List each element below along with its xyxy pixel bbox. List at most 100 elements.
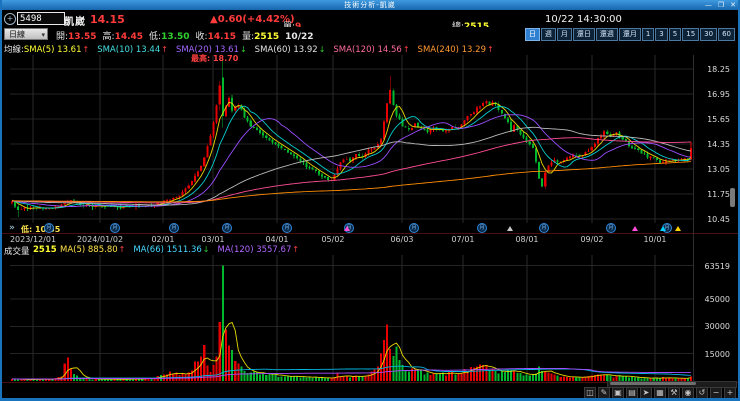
period-button-還日[interactable]: 還日 [572,28,595,41]
ohlc-pair-label: 高: [102,32,115,42]
window-title: 技術分析-凱崴 [344,1,396,9]
volume-chart[interactable] [10,255,693,381]
ohlc-pair: 開:13.55 [56,32,97,42]
sma-legend-item: SMA(5) 13.61↑ [24,45,89,55]
ohlc-pair-value: 2515 [254,32,280,42]
price-axis-tick: 16.95 [707,90,730,100]
ohlc-pair-label: 收: [195,32,208,42]
volume-ma-item: MA(5) 885.80↑ [60,245,125,255]
price-axis-tick: 14.35 [707,140,730,150]
sma-legend-text: SMA(240) 13.29 [417,45,486,55]
period-button-30[interactable]: 30 [700,28,718,41]
price-axis-tick: 13.05 [707,165,730,175]
date-axis-label: 05/02 [321,235,345,244]
date-axis-label: 10/01 [643,235,667,244]
volume-bars [10,265,692,381]
vertical-scrollbar-handle[interactable] [730,188,735,207]
up-arrow-icon: ↑ [486,45,494,54]
event-triangle-marker[interactable] [675,226,681,231]
period-dropdown[interactable]: 日線 ▾ [4,28,48,40]
sma-legend-text: SMA(10) 13.44 [97,45,161,55]
period-button-3[interactable]: 3 [655,28,668,41]
period-button-60[interactable]: 60 [718,28,735,41]
volume-axis-tick: 15000 [704,349,730,359]
monthly-revenue-marker[interactable]: 月 [539,223,549,233]
monthly-revenue-marker[interactable]: 月 [169,223,179,233]
date-axis-label: 03/01 [201,235,225,244]
event-triangle-marker[interactable] [660,226,666,231]
up-arrow-icon: ↑ [82,45,90,54]
period-button-15[interactable]: 15 [682,28,700,41]
date-axis-label: 2023/12/01 [9,235,57,244]
sma-legend-text: SMA(120) 14.56 [333,45,402,55]
up-arrow-icon: ↑ [118,245,126,254]
price-chart[interactable] [10,55,693,223]
ohlc-pair-value: 14.15 [207,32,237,42]
app-window: 技術分析-凱崴 — ❐ ✕ + 凱崴 14.15 ▲0.60(+4.42%) 單… [0,0,740,401]
volume-ma-text: MA(120) 3557.67 [217,245,292,255]
period-button-還月[interactable]: 還月 [618,28,641,41]
close-button[interactable]: ✕ [730,0,736,10]
date-axis-label: 06/03 [390,235,414,244]
sma-legend-item: SMA(10) 13.44↑ [97,45,168,55]
title-bar: 技術分析-凱崴 — ❐ ✕ [0,0,740,10]
period-button-週[interactable]: 週 [540,28,556,41]
sma-prefix: 均線: [4,45,24,55]
expand-markers-icon[interactable]: » [9,223,15,233]
volume-ma-item: MA(120) 3557.67↑ [218,245,300,255]
date-axis-label: 2024/01/02 [76,235,124,244]
last-price: 14.15 [90,13,125,26]
monthly-revenue-marker[interactable]: 月 [606,223,616,233]
add-symbol-icon[interactable]: + [4,13,16,25]
ohlc-pair: 量:2515 [242,32,279,42]
monthly-revenue-marker[interactable]: 月 [44,223,54,233]
high-price-marker: 最高: 18.70 [191,54,239,63]
window-controls: — ❐ ✕ [705,0,736,10]
event-triangle-marker[interactable] [344,226,350,231]
period-button-月[interactable]: 月 [556,28,572,41]
quote-datetime: 10/22 14:30:00 [545,14,622,25]
monthly-revenue-marker[interactable]: 月 [110,223,120,233]
ohlc-pair: 10/22 [285,32,313,42]
sma-line-120 [11,137,691,204]
price-axis-tick: 11.75 [707,190,730,200]
period-button-還週[interactable]: 還週 [595,28,618,41]
minimize-button[interactable]: — [705,0,712,10]
stock-code-input[interactable] [17,12,65,25]
horizontal-scrollbar-handle[interactable] [610,382,696,385]
period-button-日[interactable]: 日 [524,28,540,41]
ohlc-values: 開:13.55 高:14.45 低:13.50 收:14.15 量:2515 10/22 [56,29,320,42]
volume-ma-item: MA(66) 1511.36↓ [133,245,209,255]
monthly-revenue-marker[interactable]: 月 [477,223,487,233]
volume-value: 2515 [33,245,57,255]
period-button-5[interactable]: 5 [668,28,682,41]
up-arrow-icon: ↑ [161,45,168,54]
sma-legend-item: SMA(240) 13.29↑ [418,45,494,55]
sma-line-10 [11,105,692,209]
ohlc-pair: 高:14.45 [103,32,144,42]
sma-line-5 [11,101,692,209]
event-marker-row: » 低: 10.55 月月月月月月月月月月月 [0,223,740,234]
stock-name: 凱崴 [64,17,86,28]
ohlc-pair-value: 14.45 [114,32,144,42]
event-triangle-marker[interactable] [507,226,513,231]
up-arrow-icon: ↑ [292,245,300,254]
event-triangle-marker[interactable] [632,226,638,231]
down-arrow-icon: ↓ [202,245,210,254]
date-axis-label: 07/01 [451,235,475,244]
sma-legend-text: SMA(5) 13.61 [23,45,82,55]
ohlc-pair-label: 量: [242,32,255,42]
date-axis-label: 08/01 [515,235,539,244]
period-button-1[interactable]: 1 [641,28,655,41]
date-axis-label: 09/02 [580,235,604,244]
ohlc-pair: 收:14.15 [196,32,237,42]
monthly-revenue-marker[interactable]: 月 [409,223,419,233]
volume-legend: 成交量 2515 MA(5) 885.80↑ MA(66) 1511.36↓ MA(… [0,245,740,257]
sma-legend-item: SMA(120) 14.56↑ [333,45,409,55]
period-dropdown-value: 日線 [9,30,25,39]
maximize-button[interactable]: ❐ [718,0,724,10]
monthly-revenue-marker[interactable]: 月 [222,223,232,233]
sma-legend: 均線:SMA(5) 13.61↑ SMA(10) 13.44↑ SMA(20) 13… [0,42,740,55]
monthly-revenue-marker[interactable]: 月 [282,223,292,233]
volume-axis-tick: 45000 [704,295,730,305]
